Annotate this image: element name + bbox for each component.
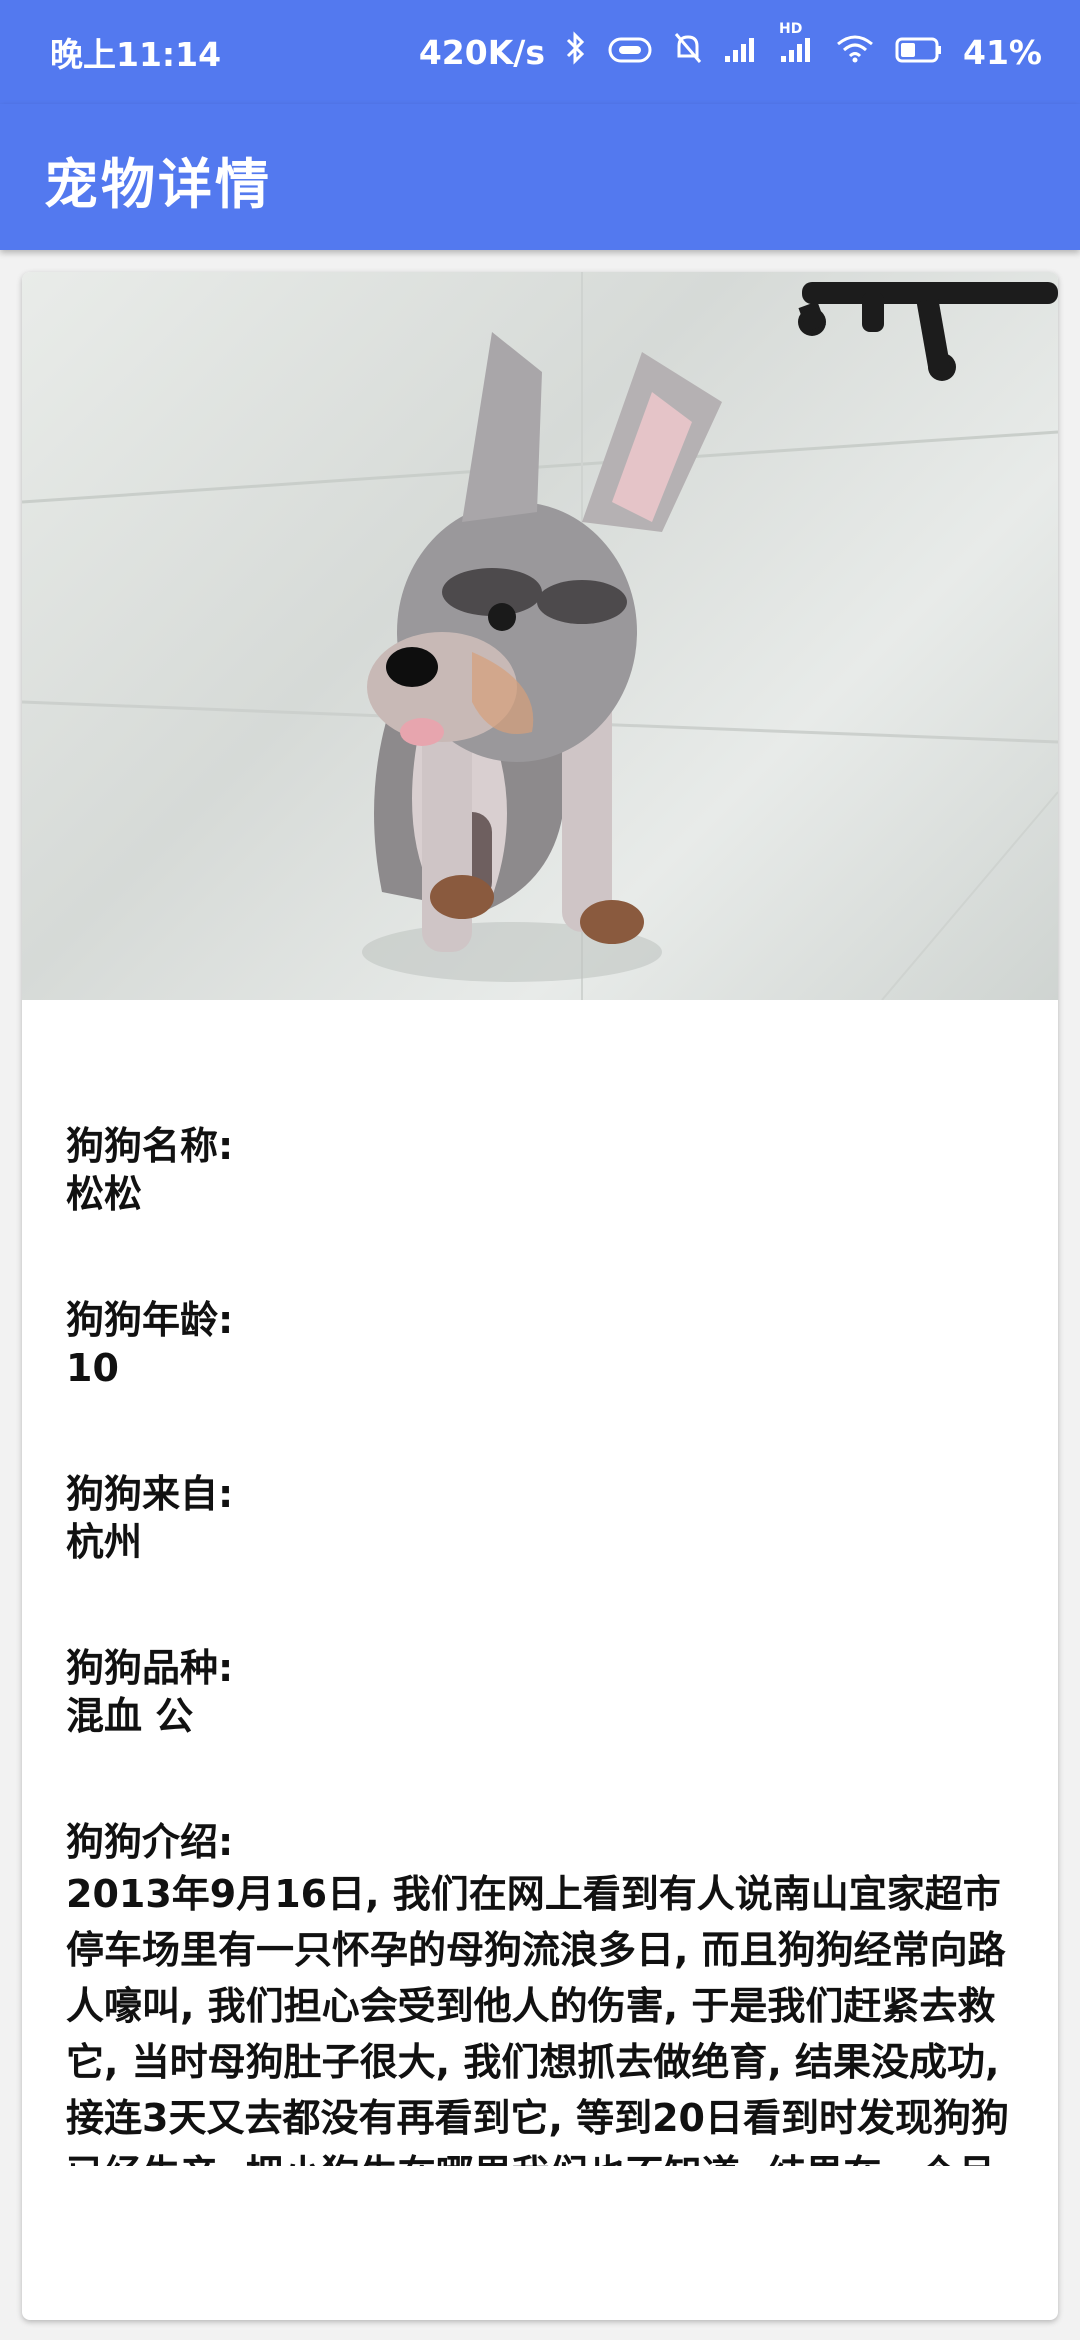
field-breed: 狗狗品种: 混血 公: [66, 1644, 1022, 1740]
pet-info: 狗狗名称: 松松 狗狗年龄: 10 狗狗来自: 杭州 狗狗品种: 混血 公 狗狗…: [66, 1122, 1022, 2244]
field-value: 松松: [66, 1172, 143, 1216]
pet-photo: [22, 272, 1058, 1000]
intro-text: 2013年9月16日, 我们在网上看到有人说南山宜家超市停车场里有一只怀孕的母狗…: [66, 1872, 1009, 2166]
pet-detail-card: 狗狗名称: 松松 狗狗年龄: 10 狗狗来自: 杭州 狗狗品种: 混血 公 狗狗…: [22, 272, 1058, 2320]
mute-bell-icon: [673, 31, 703, 73]
field-label: 狗狗品种:: [66, 1646, 234, 1690]
field-label: 狗狗介绍:: [66, 1820, 234, 1864]
network-speed: 420K/s: [418, 32, 545, 72]
app-bar: 宠物详情: [0, 104, 1080, 250]
field-label: 狗狗名称:: [66, 1124, 234, 1168]
dog-illustration: [22, 272, 1058, 1000]
battery-percent: 41%: [963, 32, 1042, 72]
field-label: 狗狗年龄:: [66, 1298, 234, 1342]
vibrate-icon: [607, 33, 653, 72]
field-origin: 狗狗来自: 杭州: [66, 1470, 1022, 1566]
bluetooth-icon: [565, 31, 587, 73]
status-bar: 晚上11:14 420K/s HD 41%: [0, 0, 1080, 104]
status-icons: 420K/s HD 41%: [418, 21, 1042, 73]
field-value: 杭州: [66, 1520, 143, 1564]
field-intro[interactable]: 狗狗介绍: 2013年9月16日, 我们在网上看到有人说南山宜家超市停车场里有一…: [66, 1818, 1022, 2166]
hd-label: HD: [779, 20, 803, 37]
field-value: 10: [66, 1346, 119, 1390]
field-label: 狗狗来自:: [66, 1472, 234, 1516]
intro-scroll[interactable]: 2013年9月16日, 我们在网上看到有人说南山宜家超市停车场里有一只怀孕的母狗…: [66, 1866, 1022, 2166]
battery-icon: [895, 33, 943, 72]
field-value: 混血 公: [66, 1694, 194, 1738]
page-title: 宠物详情: [44, 153, 272, 216]
hd-signal-icon: HD: [779, 21, 815, 72]
field-name: 狗狗名称: 松松: [66, 1122, 1022, 1218]
signal-icon: [723, 33, 759, 72]
wifi-icon: [835, 33, 875, 72]
field-age: 狗狗年龄: 10: [66, 1296, 1022, 1392]
status-time: 晚上11:14: [50, 35, 222, 74]
